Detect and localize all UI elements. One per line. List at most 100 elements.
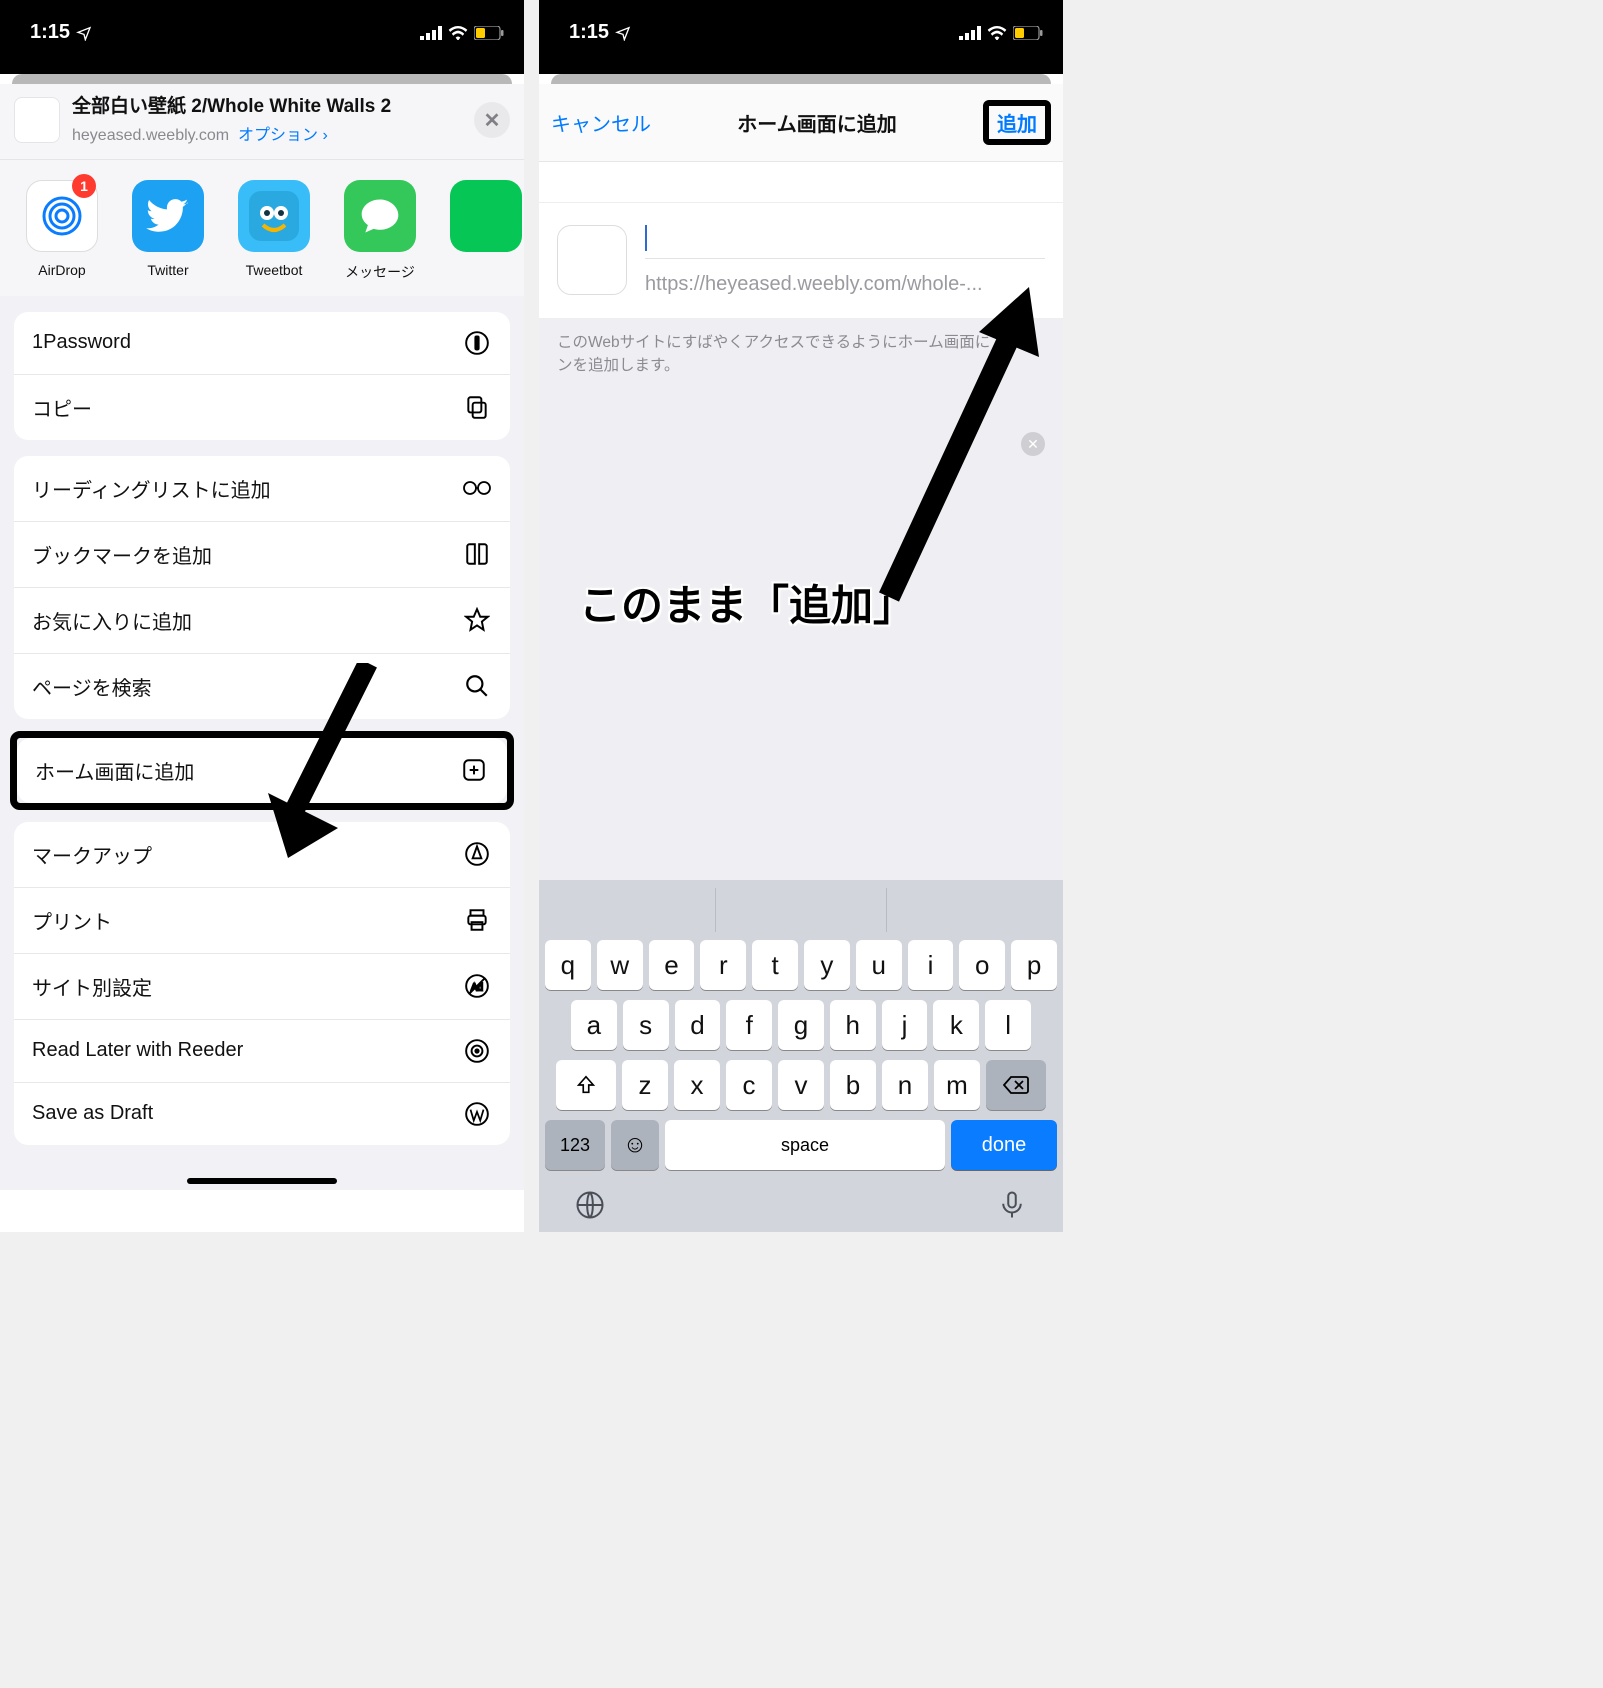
action-onepassword[interactable]: 1Password — [14, 312, 510, 375]
action-label: ページを検索 — [32, 672, 152, 701]
action-markup[interactable]: マークアップ — [14, 822, 510, 888]
options-link[interactable]: オプション › — [238, 127, 328, 144]
tweetbot-icon — [238, 180, 310, 252]
add-button-highlight: 追加 — [983, 100, 1051, 145]
action-label: リーディングリストに追加 — [32, 474, 271, 503]
book-icon — [462, 541, 492, 567]
share-app-airdrop[interactable]: AirDrop1 — [26, 180, 98, 282]
onepassword-icon — [462, 330, 492, 356]
action-label: プリント — [32, 906, 112, 935]
action-glasses[interactable]: リーディングリストに追加 — [14, 456, 510, 522]
action-search[interactable]: ページを検索 — [14, 654, 510, 719]
key-p[interactable]: p — [1011, 940, 1057, 990]
add-to-home-screen: 1:15 キャンセル ホーム画面に追加 追加 https://heyeased.… — [539, 0, 1063, 1232]
key-z[interactable]: z — [622, 1060, 668, 1110]
key-t[interactable]: t — [752, 940, 798, 990]
action-label: コピー — [32, 393, 92, 422]
share-header: 全部白い壁紙 2/Whole White Walls 2 heyeased.we… — [0, 84, 524, 160]
bookmark-form: https://heyeased.weebly.com/whole-... — [539, 202, 1063, 319]
badge: 1 — [72, 174, 96, 198]
page-title: 全部白い壁紙 2/Whole White Walls 2 — [72, 96, 462, 119]
battery-icon — [474, 26, 504, 40]
mic-icon[interactable] — [997, 1190, 1027, 1220]
globe-icon[interactable] — [575, 1190, 605, 1220]
emoji-key[interactable]: ☺ — [611, 1120, 659, 1170]
action-star[interactable]: お気に入りに追加 — [14, 588, 510, 654]
status-bar: 1:15 — [539, 0, 1063, 60]
backspace-key[interactable] — [986, 1060, 1046, 1110]
cancel-button[interactable]: キャンセル — [551, 108, 651, 137]
action-label: マークアップ — [32, 840, 152, 869]
key-s[interactable]: s — [623, 1000, 669, 1050]
key-q[interactable]: q — [545, 940, 591, 990]
form-hint: このWebサイトにすばやくアクセスできるようにホーム画面にアイコンを追加します。 — [539, 319, 1063, 390]
key-v[interactable]: v — [778, 1060, 824, 1110]
app-label: AirDrop — [38, 262, 85, 278]
markup-icon — [462, 841, 492, 867]
glasses-icon — [462, 478, 492, 498]
key-l[interactable]: l — [985, 1000, 1031, 1050]
location-icon — [615, 25, 631, 41]
key-i[interactable]: i — [908, 940, 954, 990]
page-thumbnail — [14, 97, 60, 143]
key-j[interactable]: j — [882, 1000, 928, 1050]
clear-text-button[interactable]: ✕ — [1021, 432, 1045, 456]
key-h[interactable]: h — [830, 1000, 876, 1050]
share-app-tweetbot[interactable]: Tweetbot — [238, 180, 310, 282]
suggestion-bar — [545, 888, 1057, 932]
key-g[interactable]: g — [778, 1000, 824, 1050]
copy-icon — [462, 394, 492, 420]
bookmark-url: https://heyeased.weebly.com/whole-... — [645, 273, 1045, 296]
action-book[interactable]: ブックマークを追加 — [14, 522, 510, 588]
app-label: メッセージ — [345, 262, 415, 282]
svg-text:Ad: Ad — [471, 983, 483, 994]
numeric-key[interactable]: 123 — [545, 1120, 605, 1170]
key-e[interactable]: e — [649, 940, 695, 990]
key-u[interactable]: u — [856, 940, 902, 990]
cellular-icon — [420, 26, 442, 40]
key-b[interactable]: b — [830, 1060, 876, 1110]
action-label: サイト別設定 — [32, 972, 152, 1001]
search-icon — [462, 673, 492, 699]
key-d[interactable]: d — [675, 1000, 721, 1050]
add-button[interactable]: 追加 — [991, 110, 1043, 140]
key-a[interactable]: a — [571, 1000, 617, 1050]
share-sheet-screen: 1:15 全部白い壁紙 2/Whole White Walls 2 heyeas… — [0, 0, 524, 1232]
share-app-line[interactable] — [450, 180, 522, 282]
key-c[interactable]: c — [726, 1060, 772, 1110]
wifi-icon — [987, 26, 1007, 40]
key-m[interactable]: m — [934, 1060, 980, 1110]
highlight-add-to-home: ホーム画面に追加 — [10, 731, 514, 810]
line-icon — [450, 180, 522, 252]
key-o[interactable]: o — [959, 940, 1005, 990]
key-r[interactable]: r — [700, 940, 746, 990]
action-label: Read Later with Reeder — [32, 1039, 243, 1062]
key-x[interactable]: x — [674, 1060, 720, 1110]
page-domain: heyeased.weebly.com — [72, 127, 229, 144]
action-label: ホーム画面に追加 — [35, 756, 194, 785]
cellular-icon — [959, 26, 981, 40]
action-noads[interactable]: サイト別設定 Ad — [14, 954, 510, 1020]
done-key[interactable]: done — [951, 1120, 1057, 1170]
bookmark-name-input[interactable] — [645, 225, 1045, 259]
plus-square-icon — [459, 757, 489, 783]
share-app-messages[interactable]: メッセージ — [344, 180, 416, 282]
space-key[interactable]: space — [665, 1120, 945, 1170]
action-copy[interactable]: コピー — [14, 375, 510, 440]
action-reeder[interactable]: Read Later with Reeder — [14, 1020, 510, 1083]
share-app-twitter[interactable]: Twitter — [132, 180, 204, 282]
status-bar: 1:15 — [0, 0, 524, 60]
key-y[interactable]: y — [804, 940, 850, 990]
key-k[interactable]: k — [933, 1000, 979, 1050]
key-w[interactable]: w — [597, 940, 643, 990]
action-label: Save as Draft — [32, 1102, 153, 1125]
shift-key[interactable] — [556, 1060, 616, 1110]
key-f[interactable]: f — [726, 1000, 772, 1050]
action-wordpress[interactable]: Save as Draft — [14, 1083, 510, 1145]
actions-group-1: 1Password コピー — [14, 312, 510, 440]
action-plus-square[interactable]: ホーム画面に追加 — [17, 738, 507, 803]
star-icon — [462, 607, 492, 633]
close-button[interactable]: ✕ — [474, 102, 510, 138]
key-n[interactable]: n — [882, 1060, 928, 1110]
action-print[interactable]: プリント — [14, 888, 510, 954]
